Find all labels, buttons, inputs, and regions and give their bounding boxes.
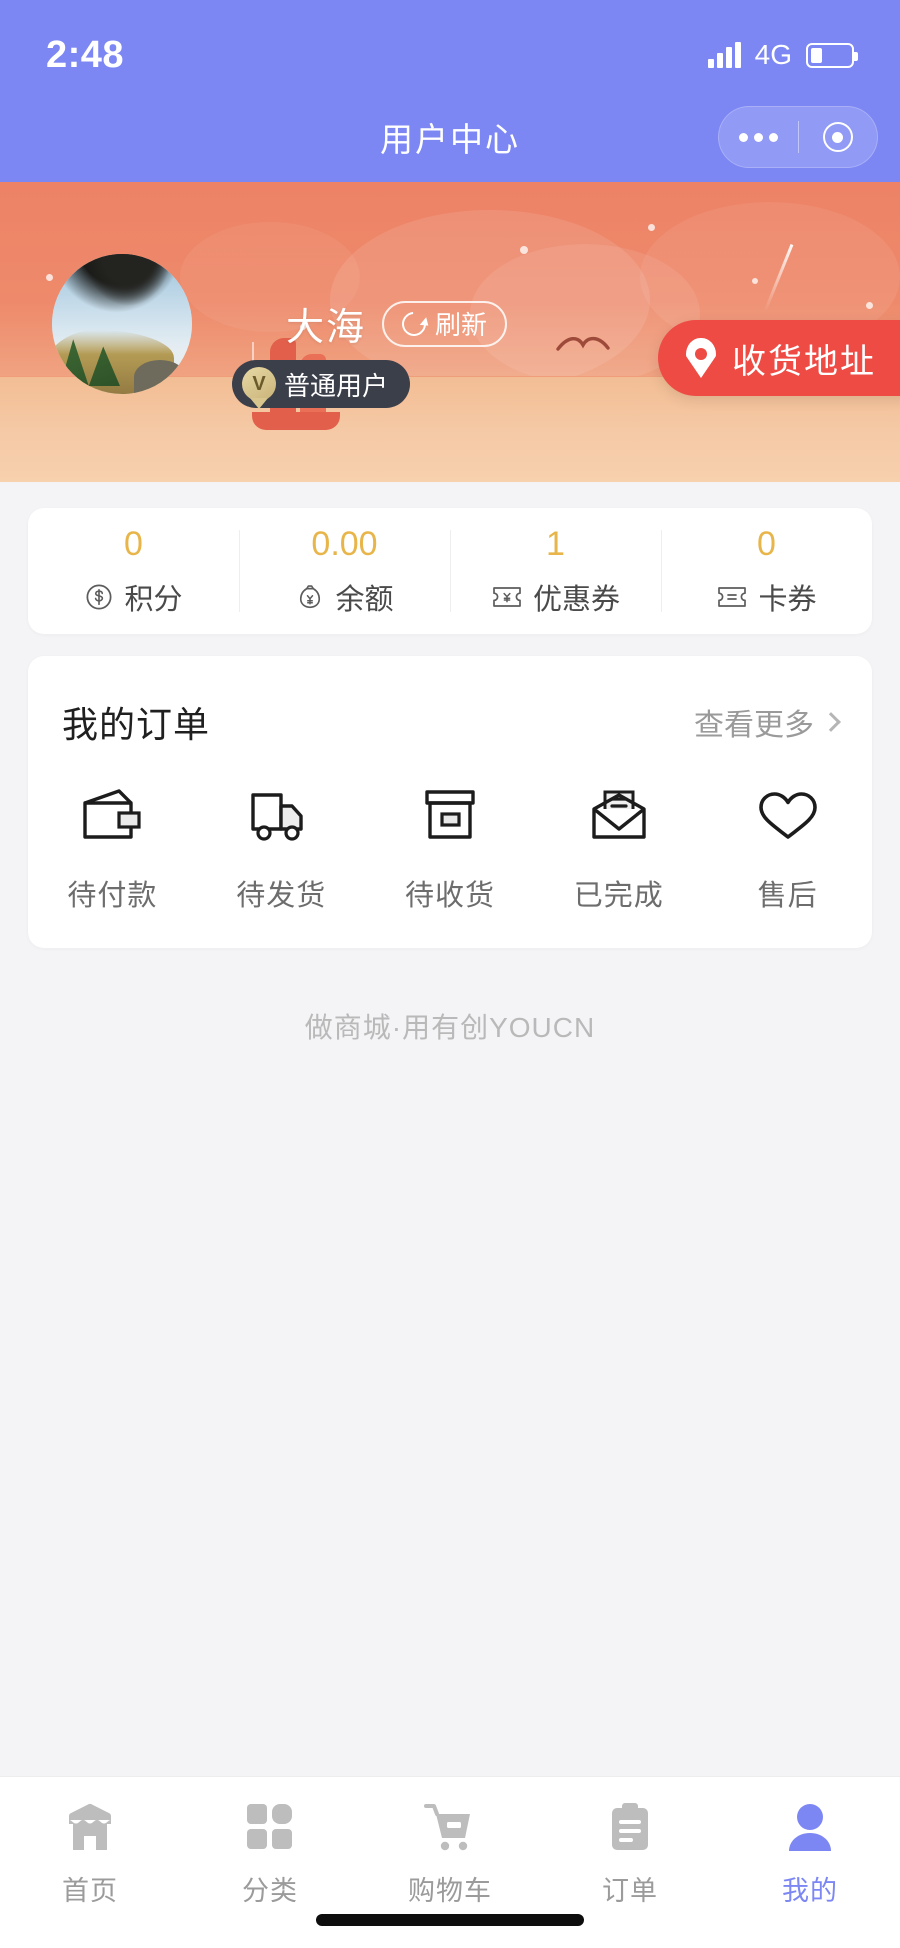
location-pin-icon — [686, 338, 716, 378]
stat-item-balance[interactable]: 0.00 余额 — [239, 508, 450, 634]
stat-value: 0 — [757, 524, 776, 563]
order-status-aftersales[interactable]: 售后 — [703, 782, 872, 914]
target-circle-icon — [822, 122, 853, 152]
order-status-label: 售后 — [757, 880, 818, 912]
stat-item-coupon[interactable]: 1 优惠券 — [450, 508, 661, 634]
stat-label-row: 余额 — [295, 576, 394, 618]
order-status-unpaid[interactable]: 待付款 — [28, 782, 197, 914]
stat-item-card-voucher[interactable]: 0 卡券 — [661, 508, 872, 634]
coin-dollar-icon — [86, 583, 112, 610]
boat-hull — [252, 412, 340, 430]
stat-value: 0.00 — [311, 524, 378, 563]
stat-value: 0 — [124, 524, 143, 563]
status-indicators: 4G — [707, 39, 858, 71]
cart-icon — [423, 1799, 477, 1855]
stat-item-points[interactable]: 0 积分 — [28, 508, 239, 634]
stat-label: 卡券 — [758, 583, 817, 616]
star-dot — [648, 224, 655, 231]
card-voucher-icon — [718, 586, 747, 607]
stat-label: 优惠券 — [532, 583, 620, 616]
my-orders-card: 我的订单 查看更多 待付款 待发货 待收货 已完成 售后 — [28, 656, 872, 948]
star-dot — [752, 278, 758, 284]
page-title: 用户中心 — [380, 121, 520, 158]
chevron-right-icon — [821, 712, 841, 732]
tab-label: 订单 — [602, 1876, 658, 1906]
tab-profile[interactable]: 我的 — [720, 1799, 900, 1908]
orders-header: 我的订单 查看更多 — [28, 696, 872, 748]
order-status-label: 已完成 — [573, 880, 664, 912]
stats-card: 0 积分 0.00 余额 1 优惠券 0 卡券 — [28, 508, 872, 634]
tab-label: 首页 — [62, 1876, 118, 1906]
money-bag-icon — [300, 584, 321, 608]
tab-label: 我的 — [782, 1876, 838, 1906]
avatar[interactable] — [52, 254, 192, 394]
battery-icon — [806, 42, 858, 68]
username-row: 大海 刷新 — [236, 296, 508, 368]
brand-footnote: 做商城·用有创YOUCN — [304, 1012, 596, 1043]
order-status-shipped[interactable]: 待收货 — [366, 782, 535, 914]
stat-label-row: 优惠券 — [491, 576, 620, 618]
stat-value: 1 — [546, 524, 565, 563]
view-more-label: 查看更多 — [694, 709, 814, 742]
user-level-badge: V 普通用户 — [232, 360, 411, 409]
open-envelope-icon — [586, 782, 652, 850]
refresh-button[interactable]: 刷新 — [382, 300, 508, 347]
stat-label-row: 积分 — [84, 576, 183, 618]
order-status-row: 待付款 待发货 待收货 已完成 售后 — [28, 782, 872, 914]
order-status-label: 待付款 — [67, 880, 158, 912]
signal-bars-icon — [707, 42, 741, 68]
medal-icon: V — [242, 367, 276, 409]
more-menu-button[interactable] — [719, 107, 798, 167]
bird-icon — [556, 334, 610, 354]
refresh-icon — [397, 306, 431, 341]
clipboard-icon — [607, 1799, 653, 1855]
nav-bar: 用户中心 — [0, 92, 900, 182]
order-status-label: 待发货 — [236, 880, 327, 912]
bottom-tab-bar: 首页 分类 购物车 订单 我的 — [0, 1776, 900, 1948]
view-more-orders-link[interactable]: 查看更多 — [694, 700, 841, 744]
close-miniprogram-button[interactable] — [799, 107, 878, 167]
order-status-unshipped[interactable]: 待发货 — [197, 782, 366, 914]
refresh-label: 刷新 — [435, 310, 488, 340]
heart-icon — [755, 782, 821, 850]
more-dots-icon — [738, 132, 778, 142]
username-label: 大海 — [286, 307, 367, 349]
grid-icon — [245, 1799, 295, 1855]
star-dot — [520, 246, 528, 254]
tab-label: 分类 — [242, 1876, 298, 1906]
truck-icon — [248, 782, 314, 850]
stat-label: 余额 — [335, 583, 394, 616]
balloon-icon — [236, 302, 270, 368]
app-screen: 2:48 4G 用户中心 大海 刷新 V 普通用户 收货地址 0 积分 0.00… — [0, 0, 900, 1948]
tab-home[interactable]: 首页 — [0, 1799, 180, 1908]
star-dot — [866, 302, 873, 309]
stat-label-row: 卡券 — [716, 576, 817, 618]
tab-label: 购物车 — [408, 1876, 492, 1906]
shipping-address-button[interactable]: 收货地址 — [658, 320, 900, 396]
stat-label: 积分 — [124, 583, 183, 616]
status-time: 2:48 — [46, 33, 125, 76]
order-status-label: 待收货 — [404, 880, 495, 912]
store-icon — [63, 1799, 117, 1855]
package-box-icon — [417, 782, 483, 850]
status-bar: 2:48 4G — [0, 0, 900, 92]
miniprogram-capsule[interactable] — [718, 106, 878, 168]
home-indicator — [316, 1914, 584, 1926]
person-icon — [785, 1799, 835, 1855]
tab-orders[interactable]: 订单 — [540, 1799, 720, 1908]
coupon-ticket-icon — [493, 586, 521, 607]
profile-banner: 大海 刷新 V 普通用户 收货地址 — [0, 182, 900, 482]
order-status-completed[interactable]: 已完成 — [534, 782, 703, 914]
network-type-label: 4G — [754, 39, 792, 70]
wallet-icon — [79, 782, 145, 850]
tab-category[interactable]: 分类 — [180, 1799, 360, 1908]
orders-title: 我的订单 — [62, 704, 211, 745]
shipping-address-label: 收货地址 — [732, 342, 876, 381]
user-level-label: 普通用户 — [284, 370, 389, 401]
tab-cart[interactable]: 购物车 — [360, 1799, 540, 1908]
